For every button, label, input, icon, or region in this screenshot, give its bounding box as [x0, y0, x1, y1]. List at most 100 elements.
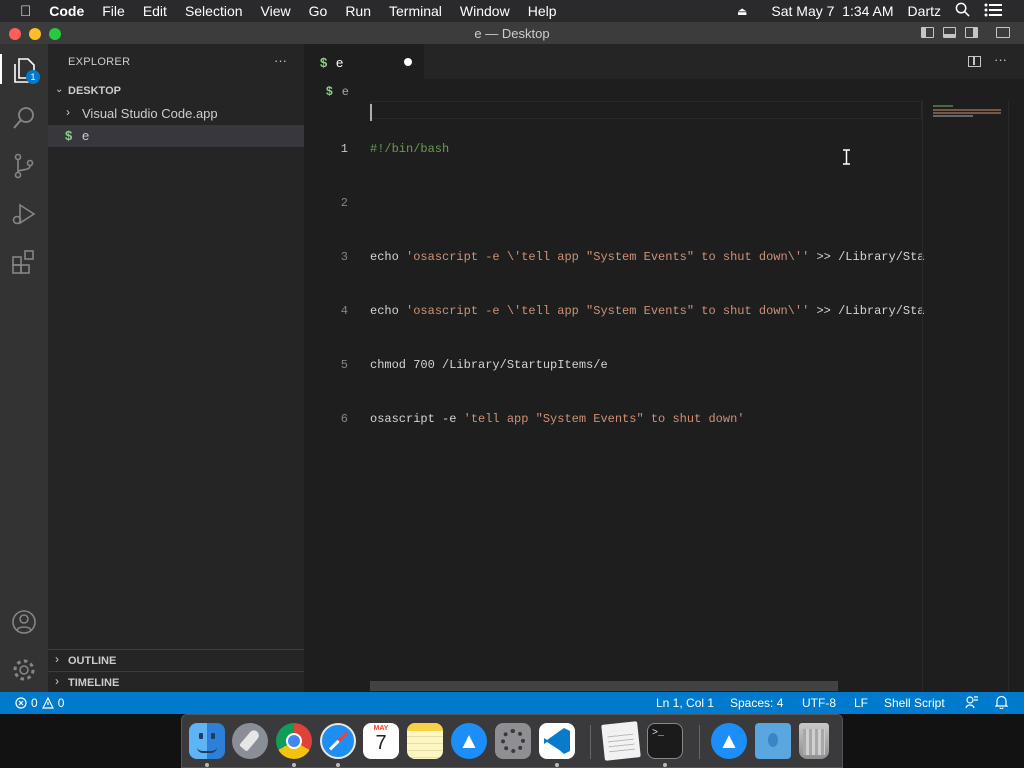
shell-file-icon: $	[65, 128, 73, 143]
line-number: 3	[340, 250, 348, 264]
tree-item-label: Visual Studio Code.app	[82, 106, 218, 121]
chevron-down-icon: ⌄	[55, 84, 64, 95]
search-icon[interactable]	[10, 104, 38, 132]
line-number: 5	[340, 358, 348, 372]
problems-status[interactable]: 0 0	[15, 696, 64, 710]
system-preferences-icon[interactable]	[495, 723, 531, 759]
notifications-bell-icon[interactable]	[994, 695, 1009, 712]
apple-icon[interactable]: 	[20, 3, 31, 20]
menu-run[interactable]: Run	[345, 3, 371, 19]
extensions-icon[interactable]	[10, 248, 38, 276]
mouse-ibeam-cursor	[842, 149, 851, 170]
active-indicator	[0, 54, 2, 84]
menu-file[interactable]: File	[102, 3, 125, 19]
textedit-icon[interactable]	[601, 721, 641, 761]
breadcrumb-file: e	[342, 84, 349, 98]
explorer-badge: 1	[26, 70, 40, 84]
terminal-icon[interactable]: >_	[647, 723, 683, 759]
calendar-icon[interactable]: MAY 7	[363, 723, 399, 759]
menubar-user[interactable]: Dartz	[908, 3, 941, 19]
menu-go[interactable]: Go	[309, 3, 328, 19]
macos-dock: MAY 7 ▲ >_ ▲	[181, 714, 843, 768]
finder-icon[interactable]	[189, 723, 225, 759]
run-debug-icon[interactable]	[10, 200, 38, 228]
spotlight-search-icon[interactable]	[955, 2, 970, 20]
running-indicator	[555, 763, 559, 767]
trash-icon[interactable]	[799, 723, 829, 759]
timeline-label: TIMELINE	[68, 677, 120, 689]
menu-help[interactable]: Help	[528, 3, 557, 19]
toggle-secondary-sidebar-icon[interactable]	[965, 27, 978, 38]
vscode-icon[interactable]	[539, 723, 575, 759]
vertical-scrollbar[interactable]	[1008, 101, 1023, 691]
running-indicator	[663, 763, 667, 767]
outline-label: OUTLINE	[68, 655, 117, 667]
breadcrumb[interactable]: $ e	[326, 84, 349, 98]
notes-icon[interactable]	[407, 723, 443, 759]
indentation-status[interactable]: Spaces: 4	[730, 696, 783, 710]
language-mode-status[interactable]: Shell Script	[884, 696, 945, 710]
menu-view[interactable]: View	[261, 3, 291, 19]
editor-tab-e[interactable]: $ e	[304, 44, 424, 79]
encoding-status[interactable]: UTF-8	[802, 696, 836, 710]
explorer-icon[interactable]: 1	[10, 56, 40, 84]
cursor-position-status[interactable]: Ln 1, Col 1	[656, 696, 714, 710]
menubar-datetime[interactable]: Sat May 7 1:34 AM	[771, 3, 893, 19]
folder-name: DESKTOP	[68, 85, 121, 97]
running-indicator	[336, 763, 340, 767]
unsaved-dot-icon[interactable]	[404, 58, 412, 66]
chrome-icon[interactable]	[276, 723, 312, 759]
tree-item-label: e	[82, 128, 90, 143]
downloads-folder-icon[interactable]	[755, 723, 791, 759]
line-number: 1	[340, 142, 348, 156]
timeline-section[interactable]: › TIMELINE	[48, 671, 304, 693]
line-number: 4	[340, 304, 348, 318]
code-line-6: osascript -e 'tell app "System Events" t…	[370, 412, 745, 426]
chevron-right-icon: ›	[66, 105, 70, 119]
safari-icon[interactable]	[320, 723, 356, 759]
code-line-4: echo 'osascript -e \'tell app "System Ev…	[370, 304, 925, 318]
feedback-icon[interactable]	[965, 695, 979, 712]
chevron-right-icon: ›	[55, 674, 59, 688]
app-store-icon[interactable]: ▲	[451, 723, 487, 759]
toggle-sidebar-icon[interactable]	[921, 27, 934, 38]
eject-icon[interactable]: ⏏	[737, 5, 747, 18]
manage-gear-icon[interactable]	[10, 656, 38, 684]
app-store-icon-2[interactable]: ▲	[711, 723, 747, 759]
toggle-panel-icon[interactable]	[943, 27, 956, 38]
menu-selection[interactable]: Selection	[185, 3, 243, 19]
error-count: 0	[31, 696, 38, 710]
explorer-sidebar: EXPLORER ··· ⌄ DESKTOP › Visual Studio C…	[48, 44, 304, 692]
horizontal-scrollbar-thumb[interactable]	[370, 681, 838, 691]
outline-section[interactable]: › OUTLINE	[48, 649, 304, 672]
tab-label: e	[336, 55, 344, 70]
menu-app-name[interactable]: Code	[49, 3, 84, 19]
tree-item-vscode-app[interactable]: › Visual Studio Code.app	[48, 103, 304, 125]
code-line-5: chmod 700 /Library/StartupItems/e	[370, 358, 608, 372]
more-actions-button[interactable]: ···	[274, 53, 287, 68]
menu-terminal[interactable]: Terminal	[389, 3, 442, 19]
activity-bar: 1	[0, 44, 48, 692]
minimap[interactable]	[922, 101, 1009, 691]
launchpad-icon[interactable]	[232, 723, 268, 759]
customize-layout-icon[interactable]	[996, 27, 1010, 38]
menu-window[interactable]: Window	[460, 3, 510, 19]
control-center-icon[interactable]	[984, 3, 1002, 20]
source-control-icon[interactable]	[10, 152, 38, 180]
folder-desktop-header[interactable]: ⌄ DESKTOP	[48, 82, 304, 102]
eol-status[interactable]: LF	[854, 696, 868, 710]
status-bar: 0 0 Ln 1, Col 1 Spaces: 4 UTF-8 LF Shell…	[0, 692, 1024, 714]
window-title: e — Desktop	[474, 26, 550, 41]
split-editor-icon[interactable]	[968, 56, 981, 67]
warning-count: 0	[57, 696, 65, 710]
editor-tab-bar: $ e ···	[304, 44, 1024, 79]
sidebar-header: EXPLORER	[68, 56, 131, 68]
shell-file-icon: $	[326, 84, 333, 98]
menu-edit[interactable]: Edit	[143, 3, 167, 19]
code-line-3: echo 'osascript -e \'tell app "System Ev…	[370, 250, 925, 264]
editor-more-actions-button[interactable]: ···	[994, 52, 1007, 67]
tree-item-e[interactable]: $ e	[48, 125, 304, 147]
line-number-gutter: 1 2 3 4 5 6	[328, 104, 348, 464]
accounts-icon[interactable]	[10, 608, 38, 636]
